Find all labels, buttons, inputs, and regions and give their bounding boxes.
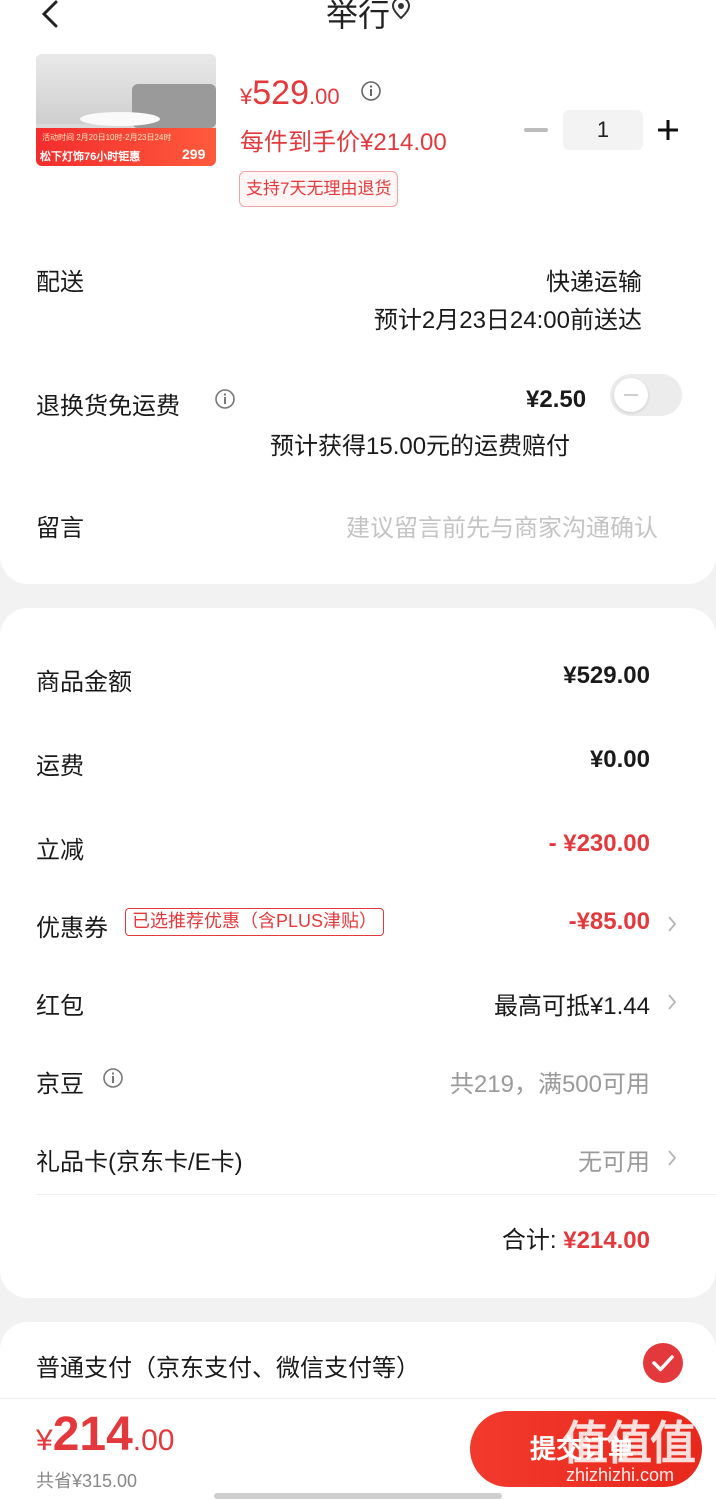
- watermark-url: zhizhizhi.com: [566, 1465, 675, 1485]
- checkout-bar: ¥214.00 共省¥315.00 提交订单 值值值 zhizhizhi.com: [0, 1398, 716, 1500]
- instant-discount-label: 立减: [36, 837, 84, 864]
- coupon-label: 优惠券: [36, 915, 108, 942]
- freight-value: ¥0.00: [589, 746, 650, 773]
- page-title: 举行: [325, 0, 390, 33]
- payable-decimal: .00: [132, 1424, 175, 1457]
- goods-amount-value: ¥529.00: [563, 662, 650, 689]
- shipping-eta: 预计2月23日24:00前送达: [373, 307, 642, 334]
- price-integer: 529: [252, 74, 309, 112]
- price-summary-card: 商品金额 ¥529.00 运费 ¥0.00 立减 - ¥230.00 优惠券 已…: [0, 608, 716, 1298]
- product-price: ¥529.00: [240, 74, 340, 114]
- location-pin-icon[interactable]: [390, 0, 412, 20]
- message-label: 留言: [36, 515, 84, 542]
- jingdou-label: 京豆: [36, 1071, 84, 1098]
- info-icon[interactable]: [102, 1067, 124, 1089]
- top-nav-bar: 举行: [0, 0, 716, 40]
- thumb-promo-text: 松下灯饰76小时钜惠: [40, 151, 141, 163]
- total-saved: 共省¥315.00: [36, 1471, 138, 1491]
- payable-currency: ¥: [36, 1424, 53, 1457]
- shipping-method[interactable]: 快递运输: [546, 262, 642, 297]
- chevron-right-icon[interactable]: [666, 1148, 678, 1168]
- price-currency: ¥: [240, 84, 253, 109]
- order-items-card: 活动时间 2月20日10时-2月23日24时 松下灯饰76小时钜惠 299 ¥5…: [0, 40, 716, 584]
- gift-card-label: 礼品卡(京东卡/E卡): [36, 1149, 243, 1176]
- thumb-promo-price: 299: [182, 146, 206, 162]
- toggle-knob: [614, 378, 648, 412]
- watermark-logo: 值值值: [562, 1417, 696, 1469]
- jingdou-value: 共219，满500可用: [449, 1071, 650, 1098]
- unit-final-price: 每件到手价¥214.00: [240, 129, 447, 156]
- red-packet-value[interactable]: 最高可抵¥1.44: [494, 986, 650, 1021]
- return-policy-badge: 支持7天无理由退货: [239, 171, 399, 207]
- red-packet-label: 红包: [36, 993, 84, 1020]
- checkmark-selected-icon[interactable]: [642, 1342, 684, 1384]
- gift-card-value[interactable]: 无可用: [578, 1142, 650, 1177]
- return-insurance-toggle[interactable]: [610, 374, 682, 416]
- payment-method-label[interactable]: 普通支付（京东支付、微信支付等）: [36, 1348, 420, 1383]
- total-label: 合计:: [501, 1227, 557, 1254]
- freight-label: 运费: [36, 753, 84, 780]
- goods-amount-label: 商品金额: [36, 669, 132, 696]
- coupon-value[interactable]: -¥85.00: [569, 908, 650, 936]
- shipping-label: 配送: [36, 269, 84, 296]
- summary-total: 合计: ¥214.00: [502, 1220, 650, 1255]
- return-insurance-price: ¥2.50: [526, 386, 587, 413]
- quantity-increase-button[interactable]: [656, 118, 680, 142]
- quantity-decrease-button[interactable]: [524, 128, 548, 132]
- message-input[interactable]: 建议留言前先与商家沟通确认: [346, 508, 658, 543]
- return-insurance-note: 预计获得15.00元的运费赔付: [270, 433, 571, 460]
- info-icon[interactable]: [214, 388, 236, 410]
- quantity-input[interactable]: 1: [563, 110, 643, 150]
- info-icon[interactable]: [360, 80, 382, 102]
- coupon-selected-tag: 已选推荐优惠（含PLUS津贴）: [125, 908, 385, 936]
- thumb-table: [80, 112, 160, 126]
- total-value: ¥214.00: [563, 1227, 650, 1254]
- return-insurance-label: 退换货免运费: [36, 393, 180, 420]
- chevron-right-icon[interactable]: [666, 992, 678, 1012]
- price-decimal: .00: [308, 84, 340, 109]
- product-thumbnail[interactable]: 活动时间 2月20日10时-2月23日24时 松下灯饰76小时钜惠 299: [36, 54, 216, 166]
- home-indicator: [214, 1493, 502, 1499]
- instant-discount-value: - ¥230.00: [548, 830, 650, 857]
- payable-total: ¥214.00: [36, 1407, 175, 1462]
- payable-integer: 214: [52, 1408, 133, 1461]
- summary-divider: [36, 1194, 716, 1195]
- thumb-promo-date: 活动时间 2月20日10时-2月23日24时: [42, 133, 172, 142]
- chevron-right-icon[interactable]: [666, 914, 678, 934]
